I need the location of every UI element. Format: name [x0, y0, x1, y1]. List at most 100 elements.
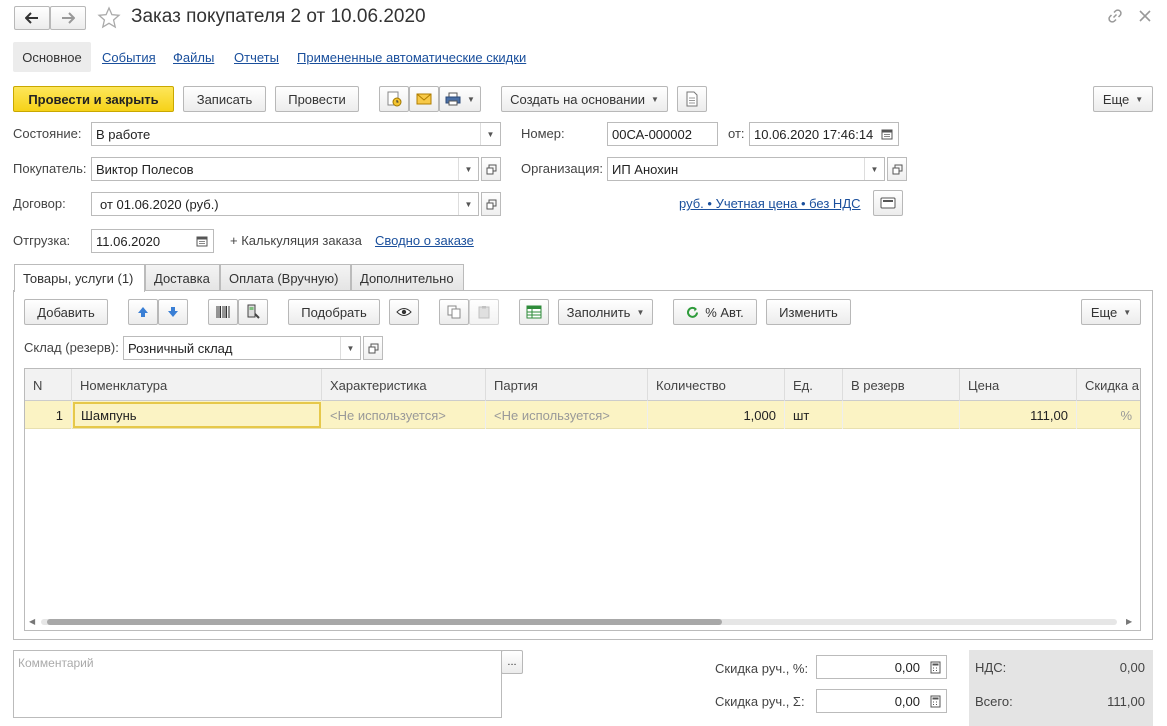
buyer-open-button[interactable] [481, 157, 501, 181]
buyer-select[interactable]: Виктор Полесов ▼ [91, 157, 479, 181]
document-history-button[interactable] [379, 86, 409, 112]
arrow-up-icon [138, 307, 148, 317]
save-button[interactable]: Записать [183, 86, 266, 112]
column-header-item[interactable]: Номенклатура [72, 369, 322, 401]
column-header-characteristic[interactable]: Характеристика [322, 369, 486, 401]
date-field[interactable]: 10.06.2020 17:46:14 [749, 122, 899, 146]
nav-tab-reports[interactable]: Отчеты [234, 42, 279, 72]
back-button[interactable] [14, 6, 50, 30]
calendar-icon[interactable] [876, 123, 898, 145]
fill-button[interactable]: Заполнить ▼ [558, 299, 653, 325]
nav-tab-main[interactable]: Основное [13, 42, 91, 72]
scroll-left-arrow[interactable]: ◀ [29, 617, 35, 626]
order-summary-link[interactable]: Сводно о заказе [375, 233, 474, 248]
link-icon[interactable] [1107, 8, 1123, 27]
manual-discount-sum-value: 0,00 [894, 693, 920, 709]
view-button[interactable] [389, 299, 419, 325]
tab-payment[interactable]: Оплата (Вручную) [220, 264, 351, 291]
favorite-star-icon[interactable] [97, 6, 121, 33]
scrollbar-thumb[interactable] [47, 619, 722, 625]
chevron-down-icon[interactable]: ▼ [458, 158, 478, 180]
data-collection-terminal-button[interactable] [238, 299, 268, 325]
price-settings-link[interactable]: руб. • Учетная цена • без НДС [679, 196, 861, 211]
calculator-icon[interactable] [924, 656, 946, 678]
column-header-price[interactable]: Цена [960, 369, 1077, 401]
add-row-button[interactable]: Добавить [24, 299, 108, 325]
cell-price[interactable]: 111,00 [960, 401, 1077, 429]
table-more-button[interactable]: Еще ▼ [1081, 299, 1141, 325]
horizontal-scrollbar[interactable] [41, 619, 1117, 625]
post-button[interactable]: Провести [275, 86, 359, 112]
auto-discount-button[interactable]: % Авт. [673, 299, 757, 325]
cell-quantity[interactable]: 1,000 [648, 401, 785, 429]
close-icon[interactable] [1138, 9, 1152, 26]
column-header-n[interactable]: N [25, 369, 72, 401]
buyer-label: Покупатель: [13, 161, 87, 176]
shipment-date-field[interactable]: 11.06.2020 [91, 229, 214, 253]
nav-tab-auto-discounts[interactable]: Примененные автоматические скидки [297, 42, 526, 72]
barcode-search-button[interactable] [208, 299, 238, 325]
barcode-icon [216, 306, 230, 318]
refresh-icon [687, 306, 699, 318]
nav-tab-events[interactable]: События [102, 42, 156, 72]
more-button[interactable]: Еще ▼ [1093, 86, 1153, 112]
forward-button[interactable] [50, 6, 86, 30]
number-field[interactable]: 00СА-000002 [607, 122, 718, 146]
chevron-down-icon: ▼ [467, 94, 475, 104]
nav-tab-label: Основное [22, 49, 82, 65]
cell-discount[interactable]: % [1077, 401, 1140, 429]
warehouse-open-button[interactable] [363, 336, 383, 360]
order-calculation-toggle[interactable]: + Калькуляция заказа [230, 233, 362, 248]
organization-open-button[interactable] [887, 157, 907, 181]
column-header-reserve[interactable]: В резерв [843, 369, 960, 401]
send-email-button[interactable] [409, 86, 439, 112]
move-up-button[interactable] [128, 299, 158, 325]
column-header-discount[interactable]: Скидка а [1077, 369, 1140, 401]
cell-characteristic[interactable]: <Не используется> [322, 401, 486, 429]
chevron-down-icon[interactable]: ▼ [340, 337, 360, 359]
create-based-on-button[interactable]: Создать на основании ▼ [501, 86, 668, 112]
warehouse-select[interactable]: Розничный склад ▼ [123, 336, 361, 360]
manual-discount-percent-label: Скидка руч., %: [715, 661, 809, 676]
scroll-right-arrow[interactable]: ▶ [1126, 617, 1132, 626]
manual-discount-sum-field[interactable]: 0,00 [816, 689, 947, 713]
calculator-icon[interactable] [924, 690, 946, 712]
print-button[interactable]: ▼ [439, 86, 481, 112]
manual-discount-percent-field[interactable]: 0,00 [816, 655, 947, 679]
comment-expand-button[interactable]: ... [501, 650, 523, 674]
paste-rows-button[interactable] [469, 299, 499, 325]
cell-item[interactable]: Шампунь [73, 402, 321, 428]
chevron-down-icon[interactable]: ▼ [864, 158, 884, 180]
document-structure-icon [686, 91, 698, 107]
open-window-icon [486, 164, 496, 174]
contract-select[interactable]: от 01.06.2020 (руб.) ▼ [91, 192, 479, 216]
tab-goods-services[interactable]: Товары, услуги (1) [14, 264, 145, 292]
buyer-value: Виктор Полесов [96, 161, 194, 177]
organization-select[interactable]: ИП Анохин ▼ [607, 157, 885, 181]
chevron-down-icon[interactable]: ▼ [458, 193, 478, 215]
comment-field[interactable]: Комментарий [13, 650, 502, 718]
nav-tab-files[interactable]: Файлы [173, 42, 214, 72]
state-select[interactable]: В работе ▼ [91, 122, 501, 146]
price-settings-button[interactable] [873, 190, 903, 216]
post-and-close-button[interactable]: Провести и закрыть [13, 86, 174, 112]
column-header-quantity[interactable]: Количество [648, 369, 785, 401]
pick-button[interactable]: Подобрать [288, 299, 380, 325]
change-button[interactable]: Изменить [766, 299, 851, 325]
cell-batch[interactable]: <Не используется> [486, 401, 648, 429]
calendar-icon[interactable] [191, 230, 213, 252]
contract-open-button[interactable] [481, 192, 501, 216]
cell-unit[interactable]: шт [785, 401, 843, 429]
table-settings-button[interactable] [519, 299, 549, 325]
related-documents-button[interactable] [677, 86, 707, 112]
tab-delivery[interactable]: Доставка [145, 264, 220, 291]
cell-reserve[interactable] [843, 401, 960, 429]
tab-additional[interactable]: Дополнительно [351, 264, 464, 291]
organization-value: ИП Анохин [612, 161, 679, 177]
column-header-batch[interactable]: Партия [486, 369, 648, 401]
copy-rows-button[interactable] [439, 299, 469, 325]
date-from-label: от: [728, 126, 745, 141]
chevron-down-icon[interactable]: ▼ [480, 123, 500, 145]
move-down-button[interactable] [158, 299, 188, 325]
column-header-unit[interactable]: Ед. [785, 369, 843, 401]
